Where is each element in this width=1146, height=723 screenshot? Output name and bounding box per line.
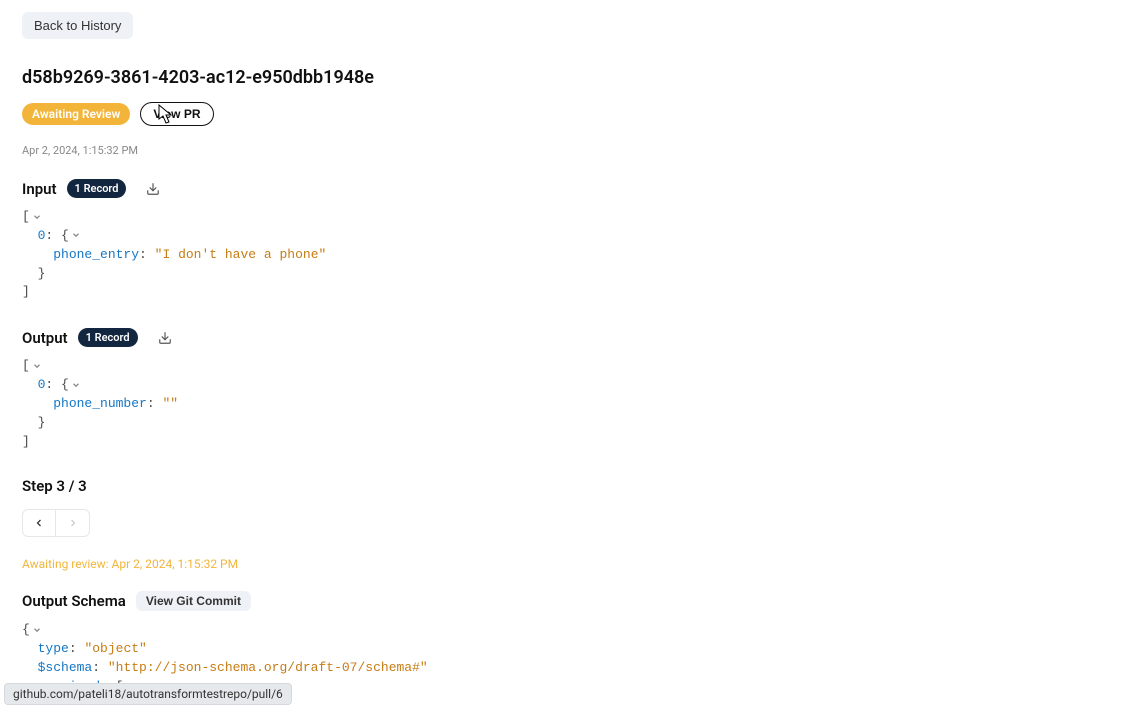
chevron-down-icon[interactable] [32, 361, 42, 371]
output-section-title: Output [22, 329, 68, 347]
chevron-down-icon[interactable] [32, 212, 42, 222]
input-section-title: Input [22, 180, 57, 198]
view-git-commit-button[interactable]: View Git Commit [136, 591, 251, 611]
step-next-button [56, 509, 90, 537]
view-pr-button[interactable]: View PR [140, 102, 213, 126]
input-code-block: [ 0: { phone_entry: "I don't have a phon… [22, 208, 1124, 302]
chevron-down-icon[interactable] [71, 230, 81, 240]
step-title: Step 3 / 3 [22, 477, 1124, 495]
browser-url-hint: github.com/pateli18/autotransformtestrep… [4, 683, 292, 705]
back-to-history-button[interactable]: Back to History [22, 12, 133, 39]
download-input-icon[interactable] [146, 182, 160, 196]
step-prev-button[interactable] [22, 509, 56, 537]
run-id-title: d58b9269-3861-4203-ac12-e950dbb1948e [22, 67, 1124, 88]
chevron-down-icon[interactable] [32, 625, 42, 635]
output-code-block: [ 0: { phone_number: "" } ] [22, 357, 1124, 451]
chevron-down-icon[interactable] [71, 380, 81, 390]
download-output-icon[interactable] [158, 331, 172, 345]
output-schema-title: Output Schema [22, 592, 126, 610]
status-badge: Awaiting Review [22, 103, 130, 125]
awaiting-review-line: Awaiting review: Apr 2, 2024, 1:15:32 PM [22, 557, 1124, 571]
output-record-badge: 1 Record [78, 328, 138, 347]
input-record-badge: 1 Record [67, 179, 127, 198]
timestamp-text: Apr 2, 2024, 1:15:32 PM [22, 144, 1124, 157]
